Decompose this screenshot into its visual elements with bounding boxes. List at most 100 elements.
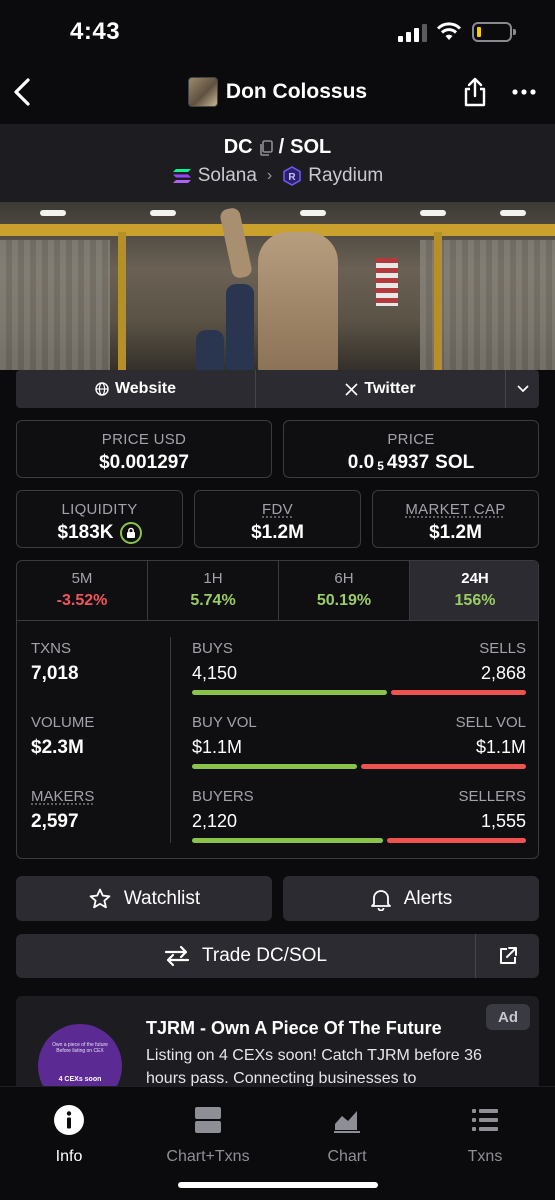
txns-label: TXNS: [31, 640, 72, 657]
star-icon: [89, 888, 111, 908]
tab-24h[interactable]: 24H 156%: [410, 561, 538, 620]
chart-txns-icon: [195, 1107, 221, 1133]
battery-icon: [472, 22, 516, 42]
price-usd-card: PRICE USD $0.001297: [16, 420, 272, 478]
sellers-value: 1,555: [480, 811, 526, 831]
signal-icon: [398, 24, 428, 42]
makers-label[interactable]: MAKERS: [31, 788, 94, 805]
alerts-button[interactable]: Alerts: [283, 876, 539, 921]
chevron-down-icon: [517, 385, 528, 393]
sell-bar-fill: [361, 764, 526, 769]
more-links-button[interactable]: [506, 370, 539, 408]
x-logo-icon: [345, 382, 358, 396]
copy-icon[interactable]: [259, 139, 273, 156]
token-name: Don Colossus: [225, 80, 368, 103]
fdv-card: FDV $1.2M: [194, 490, 361, 548]
buys-sells-split: BUYS SELLS 4,150 2,868: [192, 640, 526, 695]
buys-label: BUYS: [192, 640, 233, 657]
ad-logo-cta: 4 CEXs soon: [58, 1076, 102, 1083]
price-native-label: PRICE: [387, 431, 435, 448]
external-link-icon: [499, 947, 517, 964]
price-native-unit: SOL: [435, 452, 475, 473]
list-icon: [472, 1109, 498, 1131]
sells-value: 2,868: [480, 663, 526, 683]
market-cap-label[interactable]: MARKET CAP: [373, 501, 538, 518]
market-cap-card: MARKET CAP $1.2M: [372, 490, 539, 548]
ad-body: Listing on 4 CEXs soon! Catch TJRM befor…: [146, 1047, 482, 1087]
price-native-prefix: 0.0: [347, 452, 375, 473]
open-external-button[interactable]: [475, 934, 539, 978]
bell-icon: [370, 889, 391, 911]
liquidity-label: LIQUIDITY: [61, 501, 138, 518]
fdv-value: $1.2M: [251, 522, 304, 543]
tab-chart[interactable]: Chart: [278, 1105, 416, 1166]
swap-arrows-icon: [164, 945, 190, 967]
volume-bar: [192, 764, 526, 769]
tab-chart-txns[interactable]: Chart+Txns: [139, 1105, 277, 1166]
buyers-value: 2,120: [192, 811, 238, 831]
sell-vol-label: SELL VOL: [455, 714, 526, 731]
tab-chart-txns-label: Chart+Txns: [166, 1148, 250, 1165]
globe-icon: [95, 382, 109, 396]
tab-5m[interactable]: 5M -3.52%: [17, 561, 148, 620]
buy-bar-fill: [192, 764, 357, 769]
sell-bar-fill: [391, 690, 526, 695]
volume-label: VOLUME: [31, 714, 95, 731]
liquidity-value: $183K: [57, 522, 114, 543]
twitter-button[interactable]: Twitter: [256, 370, 506, 408]
fdv-label[interactable]: FDV: [195, 501, 360, 518]
alerts-label: Alerts: [403, 887, 453, 909]
raydium-icon: R: [283, 166, 301, 186]
price-usd-label: PRICE USD: [101, 431, 187, 448]
tab-label: 24H: [461, 570, 489, 587]
tab-change: -3.52%: [56, 592, 108, 609]
tab-6h[interactable]: 6H 50.19%: [279, 561, 410, 620]
nav-header: Don Colossus: [0, 62, 555, 124]
buy-bar-fill: [192, 690, 388, 695]
pair-info: DC / SOL Solana › R Raydium: [0, 124, 555, 202]
more-options-icon[interactable]: [512, 88, 536, 96]
stats-divider: [170, 637, 171, 843]
website-button[interactable]: Website: [16, 370, 256, 408]
chain-breadcrumb: Solana › R Raydium: [0, 165, 555, 187]
lock-icon[interactable]: [119, 522, 142, 544]
trade-button[interactable]: Trade DC/SOL: [16, 934, 475, 978]
txns-metric: TXNS 7,018: [31, 640, 79, 685]
buyers-sellers-split: BUYERS SELLERS 2,120 1,555: [192, 788, 526, 843]
tab-label: 6H: [334, 570, 354, 587]
sell-bar-fill: [386, 838, 526, 843]
home-indicator: [178, 1182, 378, 1188]
chevron-right-icon: ›: [266, 167, 273, 184]
website-label: Website: [114, 380, 177, 397]
sponsored-ad[interactable]: Own a piece of the future Before listing…: [16, 996, 539, 1096]
tab-txns-label: Txns: [467, 1148, 503, 1165]
share-icon[interactable]: [462, 76, 488, 108]
tab-chart-label: Chart: [327, 1148, 367, 1165]
txns-value: 7,018: [31, 663, 79, 684]
sell-vol-value: $1.1M: [475, 737, 526, 757]
buyers-sellers-bar: [192, 838, 526, 843]
chain-name[interactable]: Solana: [198, 165, 257, 187]
tab-change: 5.74%: [190, 592, 236, 609]
price-native-digits: 4937: [386, 452, 430, 473]
pair-separator: /: [278, 136, 285, 158]
sellers-label: SELLERS: [458, 788, 526, 805]
price-usd-value: $0.001297: [99, 452, 189, 473]
pair-quote: SOL: [290, 136, 332, 158]
tab-label: 5M: [71, 570, 93, 587]
volume-value: $2.3M: [31, 737, 84, 758]
dex-name[interactable]: Raydium: [308, 165, 383, 187]
ad-logo-text: Own a piece of the future Before listing…: [52, 1042, 108, 1054]
pair-line: DC / SOL: [0, 136, 555, 159]
buys-value: 4,150: [192, 663, 238, 683]
market-cap-value: $1.2M: [429, 522, 482, 543]
volume-metric: VOLUME $2.3M: [31, 714, 94, 759]
tab-txns[interactable]: Txns: [416, 1105, 554, 1166]
watchlist-button[interactable]: Watchlist: [16, 876, 272, 921]
tab-info[interactable]: Info: [0, 1105, 138, 1166]
tab-change: 156%: [454, 592, 496, 609]
timeframe-tabs: 5M -3.52% 1H 5.74% 6H 50.19% 24H 156%: [17, 561, 538, 621]
ad-badge: Ad: [486, 1004, 530, 1030]
ad-title: TJRM - Own A Piece Of The Future: [146, 1018, 442, 1038]
tab-1h[interactable]: 1H 5.74%: [148, 561, 279, 620]
